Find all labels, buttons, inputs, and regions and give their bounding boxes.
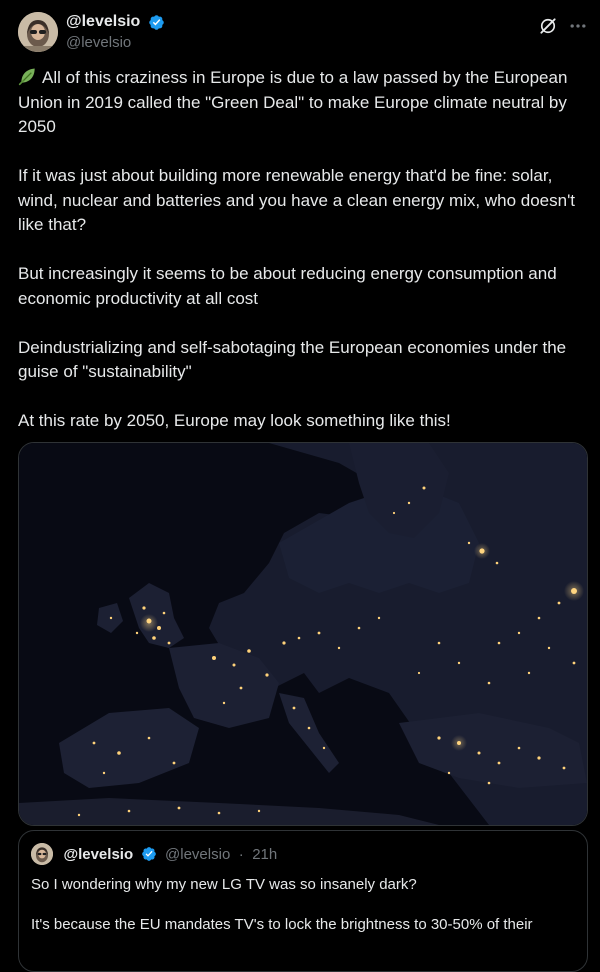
quoted-author-handle[interactable]: @levelsio [165, 846, 230, 863]
quoted-separator: · [238, 845, 244, 863]
author-display-name[interactable]: @levelsio [66, 12, 140, 32]
author-handle[interactable]: @levelsio [66, 33, 165, 53]
quoted-line-1: So I wondering why my new LG TV was so i… [31, 876, 417, 893]
media-image-europe-night[interactable] [18, 442, 588, 826]
quoted-line-2: It's because the EU mandates TV's to loc… [31, 916, 533, 933]
post-header: @levelsio @levelsio [18, 12, 588, 56]
tweet-paragraph-5: At this rate by 2050, Europe may look so… [18, 411, 451, 430]
europe-night-map [19, 443, 587, 825]
author-avatar[interactable] [18, 12, 58, 52]
verified-badge-icon [141, 846, 157, 862]
quoted-tweet-text: So I wondering why my new LG TV was so i… [31, 875, 576, 955]
tweet-paragraph-3: But increasingly it seems to be about re… [18, 264, 557, 308]
tweet-paragraph-4: Deindustrializing and self-sabotaging th… [18, 337, 567, 382]
tweet-text: All of this craziness in Europe is due t… [18, 66, 586, 434]
verified-badge-icon [148, 14, 165, 31]
more-horizontal-icon[interactable] [568, 16, 588, 36]
tweet-paragraph: All of this craziness in Europe is due t… [18, 66, 586, 140]
grok-icon[interactable] [538, 16, 558, 36]
leaf-icon [18, 66, 38, 86]
author-block: @levelsio @levelsio [66, 12, 165, 53]
quoted-author-avatar[interactable] [31, 843, 53, 865]
quoted-author-display-name[interactable]: @levelsio [63, 846, 133, 863]
quoted-tweet[interactable]: @levelsio @levelsio · 21h So I wondering… [18, 830, 588, 972]
quoted-tweet-header: @levelsio @levelsio · 21h [31, 843, 277, 867]
tweet-paragraph-1: All of this craziness in Europe is due t… [18, 68, 568, 136]
quoted-timestamp[interactable]: 21h [252, 846, 277, 863]
tweet-paragraph-2: If it was just about building more renew… [18, 166, 576, 234]
